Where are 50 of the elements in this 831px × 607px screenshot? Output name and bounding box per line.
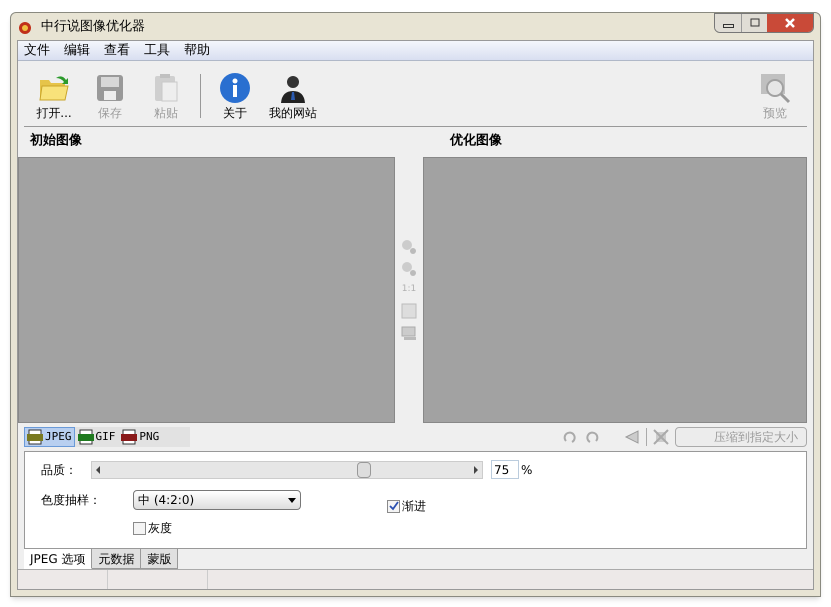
- zoom-out-icon[interactable]: [401, 261, 417, 278]
- file-format-icon: [121, 429, 138, 445]
- fit-window-icon[interactable]: [401, 302, 417, 319]
- options-tab[interactable]: 元数据: [92, 549, 142, 569]
- checkbox[interactable]: [387, 500, 400, 512]
- minimize-button[interactable]: [715, 14, 741, 32]
- compare-icon[interactable]: [624, 429, 640, 445]
- slider-thumb[interactable]: [357, 462, 372, 478]
- monitor-icon[interactable]: [401, 324, 417, 341]
- quality-slider[interactable]: [91, 460, 483, 478]
- minimize-icon: [722, 24, 734, 28]
- maximize-icon: [748, 16, 760, 28]
- menu-item[interactable]: 工具: [144, 40, 170, 60]
- checkbox[interactable]: [133, 522, 146, 534]
- toolbar-button[interactable]: 我的网站: [265, 70, 321, 122]
- menu-item[interactable]: 帮助: [184, 40, 210, 60]
- format-tab[interactable]: PNG: [118, 427, 162, 447]
- redo-icon[interactable]: [584, 429, 600, 445]
- close-button[interactable]: [767, 14, 813, 32]
- maximize-button[interactable]: [741, 14, 767, 32]
- caret-icon: [288, 498, 296, 502]
- options-tab[interactable]: JPEG 选项: [24, 549, 92, 569]
- toolbar-button[interactable]: 打开...: [28, 70, 80, 122]
- undo-icon[interactable]: [562, 429, 578, 445]
- crop-icon[interactable]: [653, 429, 669, 445]
- unit-label: %: [521, 462, 532, 478]
- window-title: 中行说图像优化器: [41, 18, 145, 36]
- menu-item[interactable]: 文件: [24, 40, 50, 60]
- menu-item[interactable]: 编辑: [64, 40, 90, 60]
- pane-title: 初始图像: [28, 132, 83, 150]
- scroll-right-icon[interactable]: [474, 466, 478, 474]
- close-icon: [784, 16, 796, 28]
- scroll-left-icon[interactable]: [96, 466, 100, 474]
- checkbox-label: 灰度: [148, 520, 172, 537]
- chroma-dropdown[interactable]: 中 (4:2:0): [133, 490, 301, 510]
- pane-title: 优化图像: [448, 132, 502, 150]
- field-label: 品质：: [41, 462, 78, 478]
- format-tab[interactable]: JPEG: [24, 427, 74, 447]
- field-label: 色度抽样：: [41, 492, 102, 509]
- file-format-icon: [27, 429, 43, 445]
- toolbar-button[interactable]: 关于: [209, 70, 261, 122]
- menu-item[interactable]: 查看: [104, 40, 130, 60]
- quality-field[interactable]: 75: [491, 460, 519, 479]
- format-tab[interactable]: GIF: [74, 427, 118, 447]
- checkbox-label: 渐进: [402, 498, 426, 515]
- info-icon: [219, 72, 251, 104]
- zoom-in-icon[interactable]: [401, 239, 417, 256]
- magnifier-icon: [759, 72, 791, 104]
- file-format-icon: [78, 429, 94, 445]
- options-tab[interactable]: 蒙版: [141, 549, 178, 569]
